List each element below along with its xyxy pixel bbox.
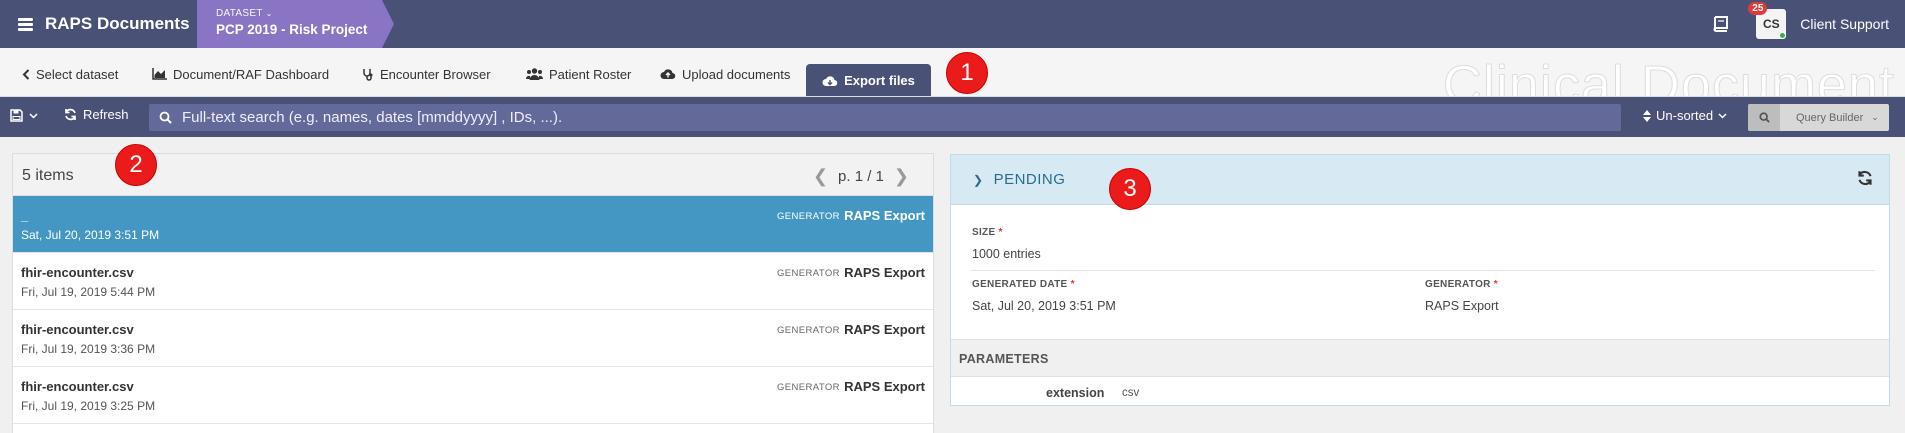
tab-label: Document/RAF Dashboard xyxy=(173,66,330,82)
item-name: fhir-encounter.csv xyxy=(21,379,134,394)
tab-label: Upload documents xyxy=(682,66,791,82)
param-value: csv xyxy=(1122,387,1140,399)
dataset-label: DATASET xyxy=(216,8,263,19)
export-detail-panel: ❯ PENDING SIZE * 1000 entries GENERATED … xyxy=(950,154,1890,406)
user-name[interactable]: Client Support xyxy=(1800,16,1889,32)
chevron-left-icon xyxy=(22,68,30,80)
next-page-icon[interactable]: ❯ xyxy=(894,166,909,187)
list-item[interactable]: _ Sat, Jul 20, 2019 3:51 PM GENERATOR RA… xyxy=(13,196,933,253)
annotation-marker-1: 1 xyxy=(946,52,988,94)
brand[interactable]: RAPS Documents xyxy=(0,0,197,48)
query-builder-button[interactable]: Query Builder ⌄ xyxy=(1748,104,1889,131)
generator-label: GENERATOR xyxy=(777,325,840,336)
area-chart-icon xyxy=(152,68,167,80)
pager: ❮ p. 1 / 1 ❯ xyxy=(803,166,919,187)
tab-label: Patient Roster xyxy=(549,66,632,82)
dataset-selector[interactable]: DATASET ⌄ PCP 2019 - Risk Project xyxy=(197,0,394,48)
item-name: fhir-encounter.csv xyxy=(21,265,134,280)
tab-label: Encounter Browser xyxy=(380,66,491,82)
sort-icon xyxy=(1643,109,1651,122)
generator-label: GENERATOR * xyxy=(1425,279,1498,290)
book-icon[interactable] xyxy=(1712,16,1730,32)
generator-label: GENERATOR xyxy=(777,382,840,393)
avatar[interactable]: 25 CS xyxy=(1748,2,1787,39)
item-date: Sat, Jul 20, 2019 3:51 PM xyxy=(21,228,160,242)
tab-upload-documents[interactable]: Upload documents xyxy=(660,64,790,84)
tab-encounter-browser[interactable]: Encounter Browser xyxy=(362,64,491,84)
generated-date-label: GENERATED DATE * xyxy=(972,279,1075,290)
online-status-dot xyxy=(1779,32,1787,39)
item-count: 5 items xyxy=(22,167,74,184)
save-menu-button[interactable] xyxy=(10,109,38,122)
tab-export-files[interactable]: Export files xyxy=(806,64,931,96)
refresh-label: Refresh xyxy=(83,107,129,122)
generated-date-value: Sat, Jul 20, 2019 3:51 PM xyxy=(972,299,1116,313)
detail-header: ❯ PENDING xyxy=(951,155,1889,205)
refresh-button[interactable]: Refresh xyxy=(64,107,129,122)
chevron-down-icon xyxy=(1718,112,1727,119)
export-list-panel: 5 items ❮ p. 1 / 1 ❯ _ Sat, Jul 20, 2019… xyxy=(12,153,934,433)
parameters-header: PARAMETERS xyxy=(951,339,1889,377)
generator-value: RAPS Export xyxy=(1425,299,1499,313)
dataset-name: PCP 2019 - Risk Project xyxy=(216,22,368,37)
search-icon xyxy=(1748,104,1780,131)
double-chevron-down-icon: ⌄ xyxy=(1871,112,1879,122)
param-key: extension xyxy=(1046,386,1105,400)
chevron-right-icon: ❯ xyxy=(973,172,984,187)
tab-label: Select dataset xyxy=(36,66,119,82)
status-toggle[interactable]: ❯ PENDING xyxy=(973,171,1065,188)
status-label: PENDING xyxy=(993,171,1066,188)
top-navbar: RAPS Documents DATASET ⌄ PCP 2019 - Risk… xyxy=(0,0,1905,48)
tab-patient-roster[interactable]: Patient Roster xyxy=(526,64,631,84)
item-date: Fri, Jul 19, 2019 5:44 PM xyxy=(21,285,156,299)
search-input[interactable] xyxy=(182,109,1602,126)
refresh-icon[interactable] xyxy=(1857,170,1873,186)
generator-label: GENERATOR xyxy=(777,268,840,279)
list-item[interactable]: fhir-encounter.csv Fri, Jul 19, 2019 3:2… xyxy=(13,367,933,424)
size-label: SIZE * xyxy=(972,227,1003,238)
tab-select-dataset[interactable]: Select dataset xyxy=(22,64,118,84)
annotation-marker-2: 2 xyxy=(115,144,157,186)
sort-dropdown[interactable]: Un-sorted xyxy=(1643,108,1732,123)
cloud-upload-icon xyxy=(660,69,676,80)
generator-value: RAPS Export xyxy=(844,322,925,337)
toolbar: Refresh Un-sorted Query Builder ⌄ xyxy=(0,97,1905,137)
list-item[interactable]: fhir-encounter.csv Fri, Jul 19, 2019 5:4… xyxy=(13,253,933,310)
hamburger-menu-icon[interactable] xyxy=(18,18,33,31)
item-name: fhir-encounter.csv xyxy=(21,322,134,337)
refresh-icon xyxy=(65,108,76,121)
divider xyxy=(971,270,1875,271)
watermark: Clinical Document xyxy=(1442,55,1895,97)
chevron-down-icon: ⌄ xyxy=(265,9,273,18)
search-box xyxy=(149,104,1621,131)
sort-label: Un-sorted xyxy=(1656,108,1714,123)
users-icon xyxy=(526,68,543,80)
generator-value: RAPS Export xyxy=(844,208,925,223)
list-item[interactable]: fhir-encounter.csv Fri, Jul 19, 2019 3:3… xyxy=(13,310,933,367)
query-builder-label: Query Builder xyxy=(1796,111,1864,124)
floppy-disk-icon xyxy=(10,109,23,122)
avatar-initials: CS xyxy=(1762,17,1780,31)
item-name: _ xyxy=(21,208,29,223)
chevron-down-icon xyxy=(29,112,38,119)
stethoscope-icon xyxy=(363,68,373,81)
page-label: p. 1 / 1 xyxy=(838,168,884,185)
notification-badge: 25 xyxy=(1748,2,1768,15)
item-date: Fri, Jul 19, 2019 3:36 PM xyxy=(21,342,156,356)
generator-label: GENERATOR xyxy=(777,211,840,222)
search-icon xyxy=(159,111,172,124)
cloud-download-icon xyxy=(822,75,838,86)
annotation-marker-3: 3 xyxy=(1109,168,1151,210)
prev-page-icon[interactable]: ❮ xyxy=(813,166,828,187)
app-title: RAPS Documents xyxy=(45,14,190,33)
tab-dashboard[interactable]: Document/RAF Dashboard xyxy=(152,64,329,84)
generator-value: RAPS Export xyxy=(844,265,925,280)
tab-label: Export files xyxy=(844,73,915,88)
user-area: 25 CS Client Support xyxy=(1712,0,1889,48)
generator-value: RAPS Export xyxy=(844,379,925,394)
item-date: Fri, Jul 19, 2019 3:25 PM xyxy=(21,399,156,413)
size-value: 1000 entries xyxy=(972,247,1041,261)
